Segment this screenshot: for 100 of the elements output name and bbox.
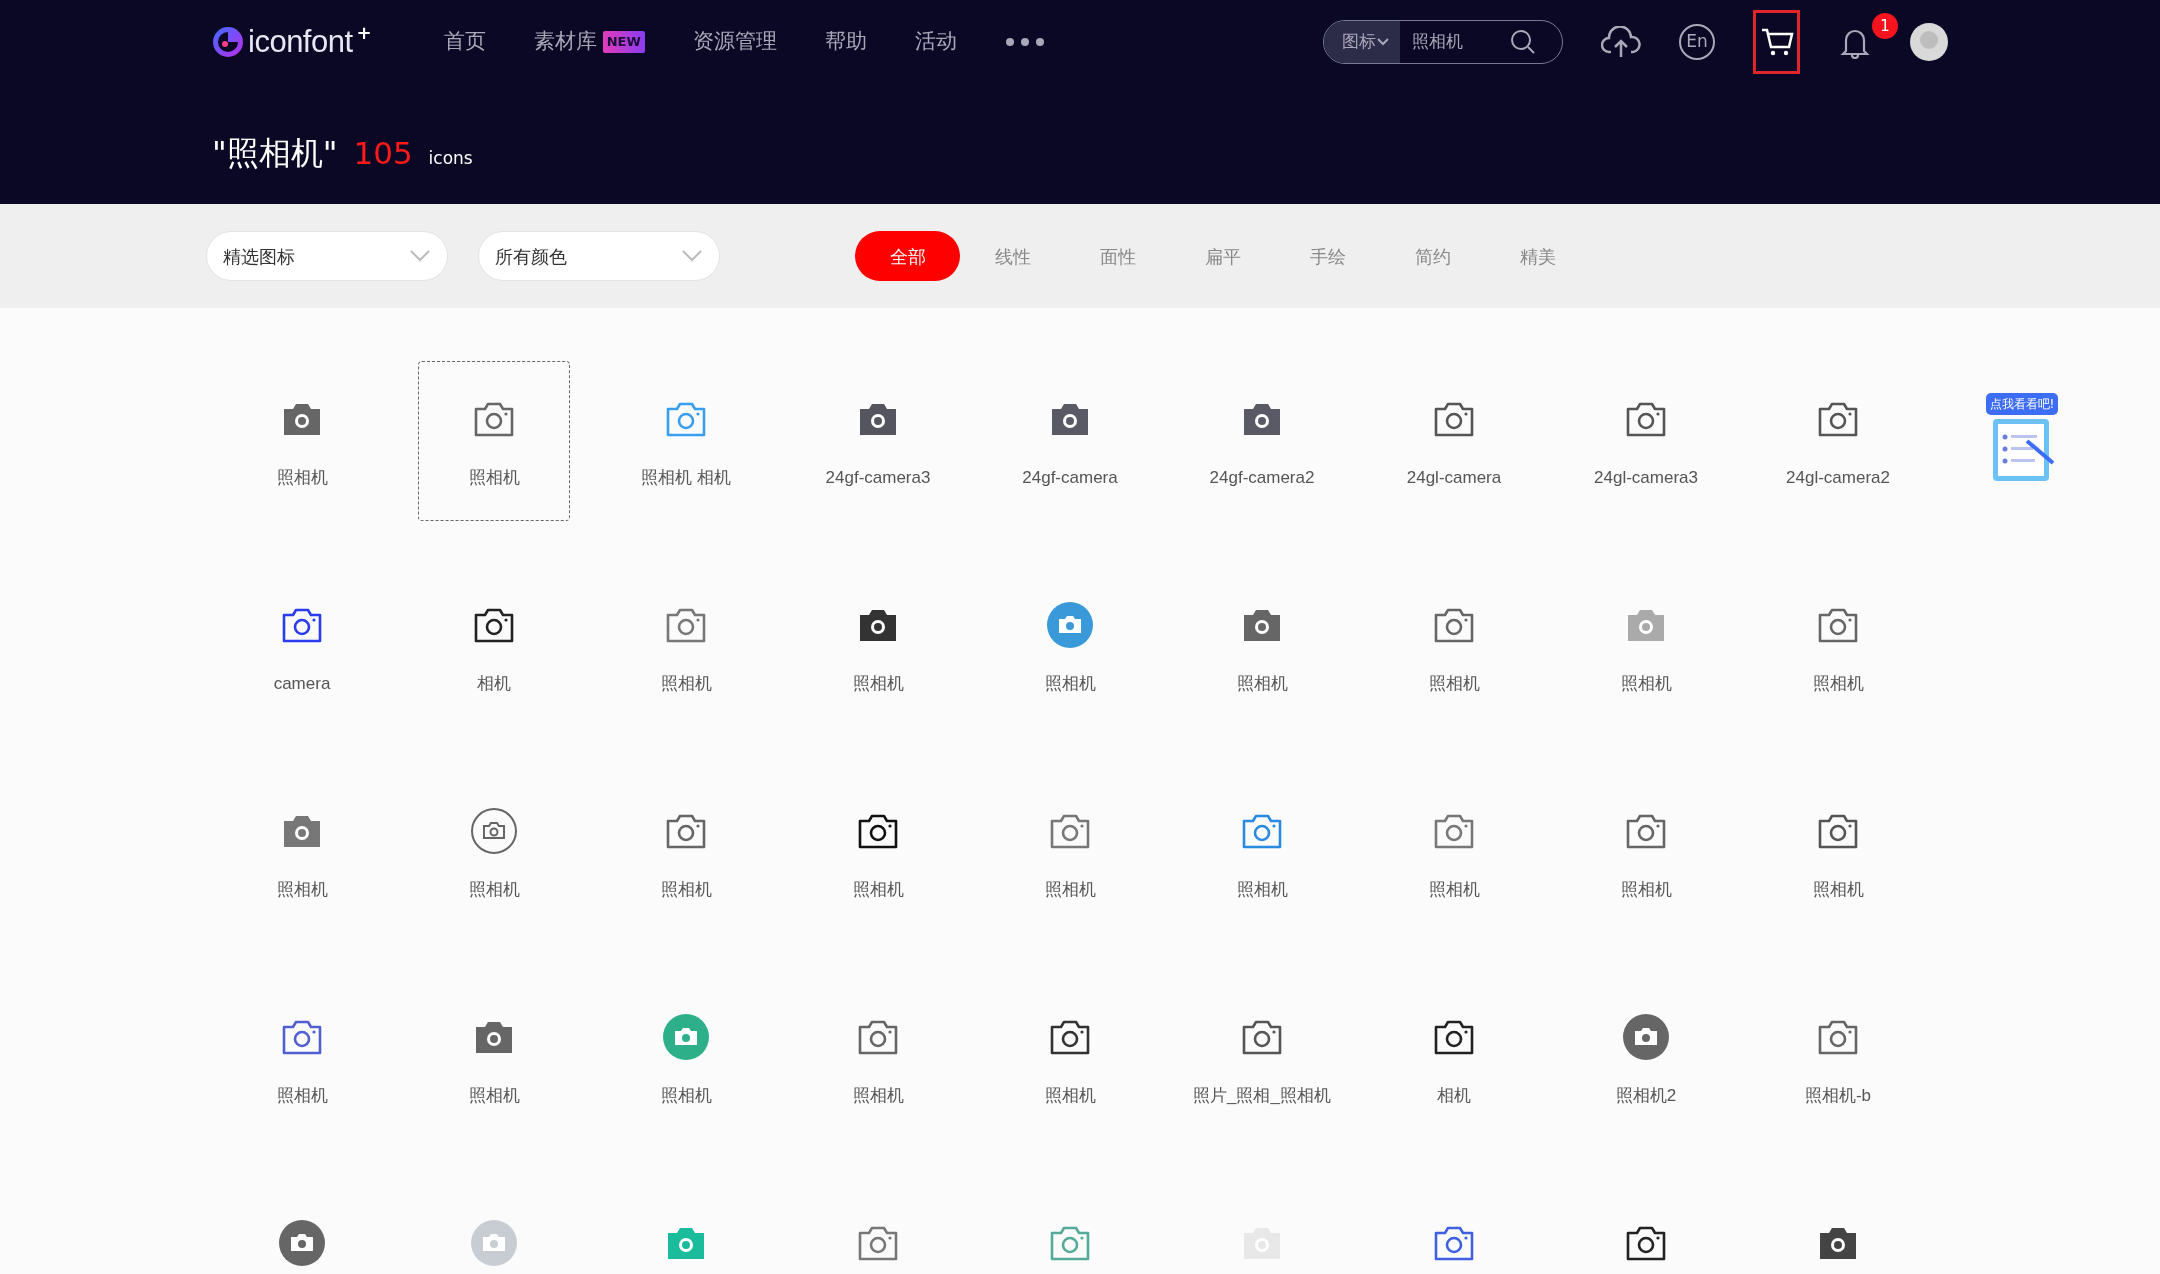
icon-name: 照相机 [1235, 673, 1289, 695]
logo-text: iconfont [248, 22, 353, 61]
search-icon[interactable] [1510, 29, 1536, 55]
promo-tag[interactable]: 点我看看吧! [1985, 393, 2059, 415]
icon-name: 照相机 [467, 879, 521, 901]
icon-card[interactable]: 照相机 [610, 773, 762, 933]
icon-card[interactable]: 照相机 [418, 773, 570, 933]
icon-name: 照相机 [467, 1085, 521, 1107]
icon-name: 照片_照相_照相机 [1192, 1085, 1332, 1107]
icon-name: 照相机 [1811, 879, 1865, 901]
icon-card[interactable]: 24gf-camera2 [1186, 361, 1338, 521]
chevron-down-icon [681, 249, 703, 263]
icon-card[interactable]: 24gl-camera2 [1762, 361, 1914, 521]
icon-name: 相机 [476, 673, 512, 695]
icon-card[interactable]: 照相机 [994, 979, 1146, 1139]
icon-name: 照相机 [1235, 879, 1289, 901]
icon-name: 24gl-camera [1405, 467, 1503, 489]
icon-name: 照相机 [851, 673, 905, 695]
icon-name: 照相机 [1619, 673, 1673, 695]
icon-card[interactable]: 照相机 [994, 567, 1146, 727]
icon-name: 24gf-camera [1021, 467, 1119, 489]
filter-dropdown[interactable]: 所有颜色 [478, 231, 720, 281]
search-query-title: "照相机" [212, 133, 338, 174]
icon-card[interactable]: 24gf-camera [994, 361, 1146, 521]
new-badge: NEW [602, 31, 645, 53]
icon-name: 照相机 相机 [640, 467, 732, 489]
icon-name: 24gl-camera3 [1593, 467, 1699, 489]
icon-card[interactable]: 相机 [418, 567, 570, 727]
icon-card[interactable]: 照相机 [1762, 567, 1914, 727]
more-icon[interactable] [1004, 37, 1045, 47]
icon-name: 24gf-camera2 [1208, 467, 1316, 489]
icon-card[interactable]: 照相机 [802, 567, 954, 727]
icon-name: 照相机 [1043, 673, 1097, 695]
nav-link[interactable]: 素材库 [533, 26, 597, 58]
icon-card[interactable]: 照相机 [1570, 567, 1722, 727]
upload-button[interactable] [1601, 26, 1641, 58]
icon-card[interactable]: 照相机 [418, 979, 570, 1139]
cart-icon [1759, 27, 1794, 57]
icon-name: 照相机 [1043, 1085, 1097, 1107]
icon-card[interactable]: 照相机 [610, 567, 762, 727]
result-count: 105 [353, 134, 413, 173]
chevron-down-icon [409, 249, 431, 263]
icon-card[interactable]: camera [226, 567, 378, 727]
icon-name: 照相机 [275, 1085, 329, 1107]
icon-name: 相机 [1436, 1085, 1472, 1107]
logo-plus: + [356, 20, 372, 45]
icon-name: 照相机 [659, 673, 713, 695]
icon-card[interactable]: 照相机 [1186, 567, 1338, 727]
icon-name: 照相机 [1427, 879, 1481, 901]
nav-link[interactable]: 首页 [443, 26, 486, 58]
cloud-upload-icon [1601, 26, 1641, 58]
filter-dropdown[interactable]: 精选图标 [206, 231, 448, 281]
icon-name: 照相机 [659, 879, 713, 901]
icon-card[interactable]: 照相机 [610, 979, 762, 1139]
icon-name: 照相机 [1619, 879, 1673, 901]
language-button[interactable]: En [1679, 24, 1715, 60]
icon-name: 照相机 [275, 879, 329, 901]
icon-card[interactable]: 照相机 [994, 773, 1146, 933]
icon-card[interactable]: 照相机 [802, 979, 954, 1139]
nav-link[interactable]: 帮助 [824, 26, 867, 58]
nav-link[interactable]: 活动 [914, 26, 957, 58]
icon-name: camera [272, 673, 332, 695]
icon-name: 照相机-b [1803, 1085, 1873, 1107]
icon-name: 照相机 [467, 467, 521, 489]
icon-card[interactable]: 照相机 [1378, 567, 1530, 727]
icon-card[interactable]: 照相机 [1762, 773, 1914, 933]
icon-card[interactable]: 照相机-b [1762, 979, 1914, 1139]
icon-name: 照相机 [659, 1085, 713, 1107]
chevron-down-icon [1376, 37, 1390, 47]
icon-name: 照相机 [1043, 879, 1097, 901]
icon-name: 照相机 [851, 1085, 905, 1107]
icon-name: 照相机 [1811, 673, 1865, 695]
icon-card[interactable]: 照相机 [1186, 773, 1338, 933]
icon-card[interactable]: 照片_照相_照相机 [1186, 979, 1338, 1139]
search-scope-dropdown[interactable]: 图标 [1324, 21, 1400, 63]
icon-name: 24gl-camera2 [1785, 467, 1891, 489]
icon-card[interactable]: 照相机 [418, 361, 570, 521]
icon-name: 照相机2 [1614, 1085, 1678, 1107]
icon-card[interactable]: 照相机 [1378, 773, 1530, 933]
icon-card[interactable]: 24gf-camera3 [802, 361, 954, 521]
nav-link[interactable]: 资源管理 [692, 26, 777, 58]
avatar-icon[interactable] [1910, 23, 1948, 61]
icon-name: 24gf-camera3 [824, 467, 932, 489]
icon-card[interactable]: 照相机 [802, 773, 954, 933]
cart-button[interactable] [1753, 10, 1800, 74]
result-unit: icons [428, 147, 473, 170]
style-tab[interactable]: 全部 [855, 231, 960, 281]
logo-icon [212, 26, 244, 58]
icon-card[interactable]: 24gl-camera [1378, 361, 1530, 521]
icon-card[interactable]: 相机 [1378, 979, 1530, 1139]
icon-card[interactable]: 24gl-camera3 [1570, 361, 1722, 521]
icon-name: 照相机 [851, 879, 905, 901]
icon-card[interactable]: 照相机2 [1570, 979, 1722, 1139]
icon-card[interactable]: 照相机 [1570, 773, 1722, 933]
icon-card[interactable]: 照相机 [226, 773, 378, 933]
icon-card[interactable]: 照相机 相机 [610, 361, 762, 521]
icon-card[interactable]: 照相机 [226, 361, 378, 521]
icon-card[interactable]: 照相机 [226, 979, 378, 1139]
icon-name: 照相机 [1427, 673, 1481, 695]
icon-name: 照相机 [275, 467, 329, 489]
